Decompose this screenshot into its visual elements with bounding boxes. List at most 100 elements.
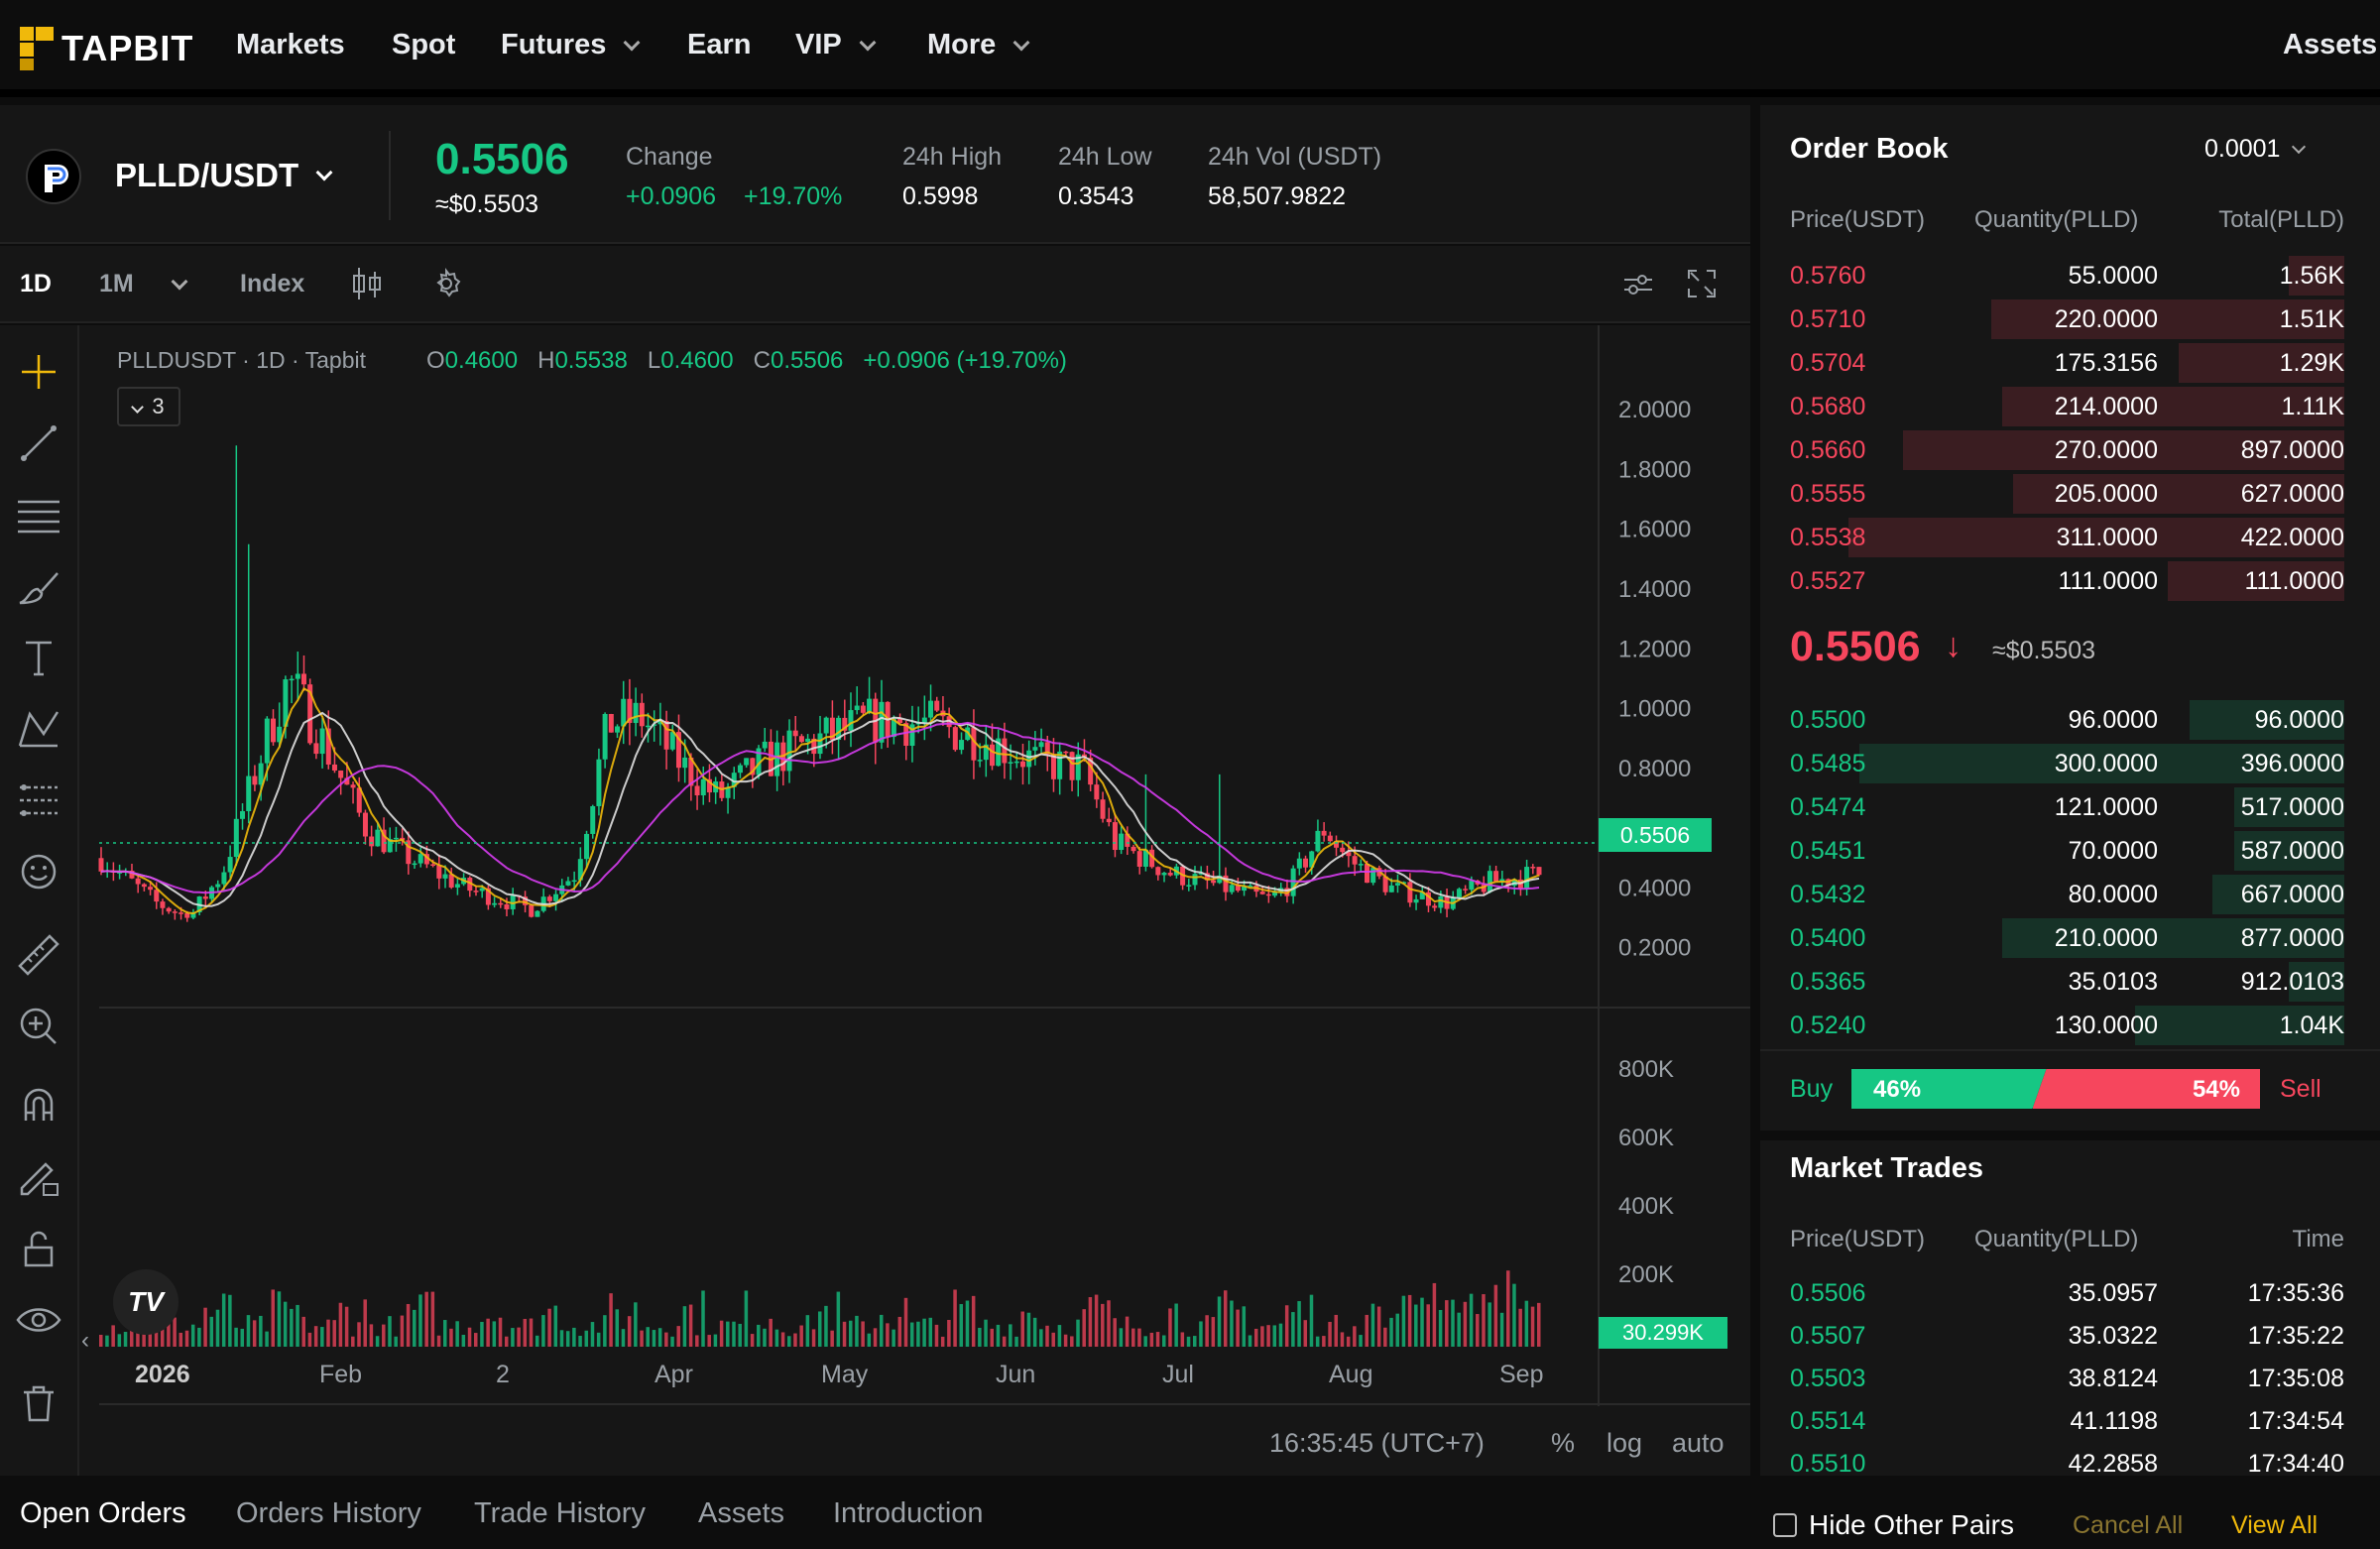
ask-row[interactable]: 0.5680 214.0000 1.11K [1760, 385, 2380, 428]
volume-bar [836, 1291, 841, 1347]
volume-bar [861, 1321, 865, 1347]
pair-selector[interactable]: PLLD/USDT [115, 157, 333, 194]
log-toggle[interactable]: log [1606, 1428, 1642, 1459]
tab-open-orders[interactable]: Open Orders [20, 1497, 186, 1530]
volume-bar [646, 1327, 650, 1347]
candle-body [694, 785, 700, 796]
bid-qty: 96.0000 [2068, 706, 2158, 734]
tab-trade-history[interactable]: Trade History [474, 1497, 646, 1530]
candlestick-chart[interactable]: 2.0000 1.8000 1.6000 1.4000 1.2000 1.0000 0.80… [0, 325, 1750, 1476]
bid-row[interactable]: 0.5451 70.0000 587.0000 [1760, 829, 2380, 873]
volume-bar [1032, 1317, 1037, 1347]
bid-row[interactable]: 0.5240 130.0000 1.04K [1760, 1004, 2380, 1047]
volume-bar [572, 1327, 576, 1347]
scroll-left-icon[interactable]: ‹ [81, 1327, 89, 1355]
ask-price: 0.5760 [1790, 262, 1866, 290]
interval-1m[interactable]: 1M [99, 270, 188, 298]
hide-pairs-checkbox[interactable] [1773, 1513, 1797, 1537]
tradingview-logo-icon[interactable]: TV [113, 1269, 178, 1335]
candle-body [615, 726, 621, 733]
ask-row[interactable]: 0.5660 270.0000 897.0000 [1760, 428, 2380, 472]
bid-total: 877.0000 [2240, 924, 2344, 952]
candle-body [295, 673, 300, 679]
nav-earn[interactable]: Earn [687, 29, 751, 61]
candle-body [928, 700, 934, 718]
volume-bar [382, 1324, 386, 1347]
bid-qty: 121.0000 [2054, 793, 2158, 821]
trade-time: 17:35:36 [2247, 1279, 2344, 1307]
bid-row[interactable]: 0.5485 300.0000 396.0000 [1760, 742, 2380, 785]
volume-bar [1168, 1308, 1172, 1347]
bid-row[interactable]: 0.5400 210.0000 877.0000 [1760, 916, 2380, 960]
precision-select[interactable]: 0.0001 [2204, 135, 2307, 164]
index-button[interactable]: Index [240, 270, 304, 298]
bid-total: 517.0000 [2240, 793, 2344, 821]
fullscreen-icon[interactable] [1686, 268, 1718, 304]
ask-row[interactable]: 0.5555 205.0000 627.0000 [1760, 472, 2380, 516]
auto-toggle[interactable]: auto [1672, 1428, 1725, 1459]
nav-vip[interactable]: VIP [795, 29, 877, 61]
volume-bar [1101, 1303, 1105, 1347]
volume-bar [1082, 1309, 1086, 1347]
ob-header-qty: Quantity(PLLD) [1974, 206, 2139, 233]
bid-row[interactable]: 0.5432 80.0000 667.0000 [1760, 873, 2380, 916]
ask-price: 0.5527 [1790, 567, 1866, 595]
volume-bar [578, 1335, 582, 1347]
price-axis-label: 1.2000 [1618, 636, 1691, 662]
nav-markets[interactable]: Markets [236, 29, 345, 61]
ask-row[interactable]: 0.5760 55.0000 1.56K [1760, 254, 2380, 298]
volume-bar [805, 1315, 810, 1347]
candle-body [1358, 864, 1364, 866]
nav-spot[interactable]: Spot [392, 29, 455, 61]
nav-more[interactable]: More [927, 29, 1030, 61]
tab-orders-history[interactable]: Orders History [236, 1497, 421, 1530]
view-all-button[interactable]: View All [2231, 1511, 2318, 1540]
tab-assets[interactable]: Assets [698, 1497, 784, 1530]
volume-bar [394, 1336, 398, 1347]
ask-row[interactable]: 0.5527 111.0000 111.0000 [1760, 559, 2380, 603]
bid-row[interactable]: 0.5365 35.0103 912.0103 [1760, 960, 2380, 1004]
tab-introduction[interactable]: Introduction [833, 1497, 984, 1530]
candle-body [990, 744, 996, 767]
volume-bar [1063, 1334, 1068, 1347]
ask-row[interactable]: 0.5704 175.3156 1.29K [1760, 341, 2380, 385]
candle-body [1063, 751, 1069, 754]
volume-bar [1353, 1326, 1357, 1347]
tapbit-logo[interactable]: TAPBIT [20, 26, 193, 71]
volume-bar [1242, 1306, 1247, 1347]
settings-gear-icon[interactable] [430, 268, 462, 304]
ask-row[interactable]: 0.5538 311.0000 422.0000 [1760, 516, 2380, 559]
volume-bar [787, 1336, 791, 1347]
percent-toggle[interactable]: % [1551, 1428, 1575, 1459]
candle-body [154, 890, 160, 902]
hide-pairs-label[interactable]: Hide Other Pairs [1809, 1509, 2014, 1541]
bid-row[interactable]: 0.5474 121.0000 517.0000 [1760, 785, 2380, 829]
volume-bar [1205, 1315, 1209, 1347]
volume-bar [1438, 1309, 1443, 1347]
candle-body [393, 837, 399, 840]
cancel-all-button[interactable]: Cancel All [2073, 1511, 2183, 1540]
interval-1d[interactable]: 1D [20, 270, 52, 298]
bid-row[interactable]: 0.5500 96.0000 96.0000 [1760, 698, 2380, 742]
indicator-settings-icon[interactable] [1622, 270, 1654, 304]
candle-body [442, 874, 448, 879]
chevron-down-icon [171, 273, 188, 290]
bid-price: 0.5474 [1790, 793, 1866, 821]
volume-bar [283, 1301, 288, 1347]
candle-body [1013, 761, 1019, 764]
chevron-down-icon [1012, 34, 1030, 51]
bid-price: 0.5365 [1790, 968, 1866, 996]
nav-futures[interactable]: Futures [501, 29, 641, 61]
volume-bar [332, 1320, 336, 1347]
volume-bar [413, 1309, 416, 1347]
volume-bar [1131, 1328, 1135, 1347]
ask-row[interactable]: 0.5710 220.0000 1.51K [1760, 298, 2380, 341]
ask-price: 0.5710 [1790, 305, 1866, 333]
volume-bar [473, 1333, 478, 1347]
trade-price: 0.5510 [1790, 1450, 1866, 1476]
nav-assets[interactable]: Assets [2283, 29, 2377, 61]
candle-body [240, 811, 246, 819]
candles-icon[interactable] [351, 266, 383, 306]
high-label: 24h High [902, 143, 1003, 171]
trade-row: 0.5503 38.8124 17:35:08 [1760, 1357, 2380, 1400]
